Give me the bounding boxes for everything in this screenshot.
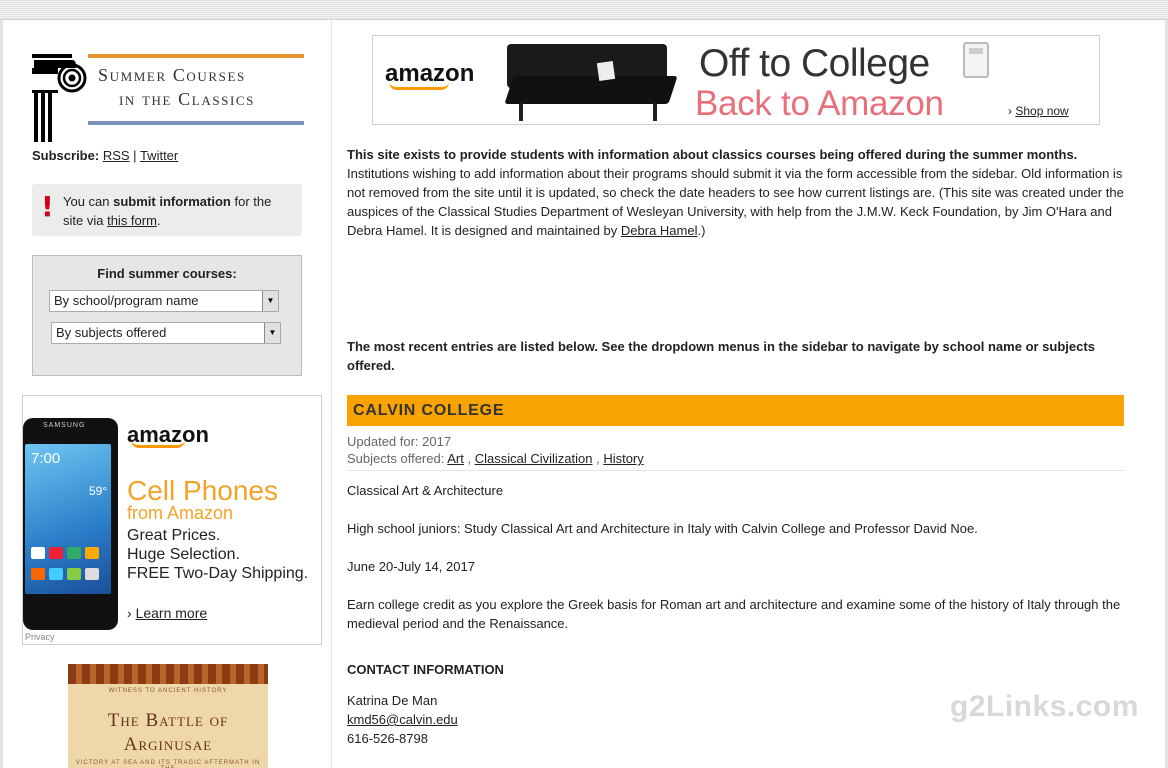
twitter-link[interactable]: Twitter: [140, 148, 178, 163]
school-select-value: By school/program name: [54, 293, 199, 308]
school-select[interactable]: By school/program name ▼: [49, 290, 279, 312]
book-pattern-band: [68, 664, 268, 684]
futon-tag: [596, 60, 616, 82]
main-content: amazon Off to College Back to Amazon › S…: [333, 20, 1163, 768]
subject-link-art[interactable]: Art: [447, 451, 464, 466]
phone-time: 7:00: [31, 450, 61, 467]
contact-heading: CONTACT INFORMATION: [347, 662, 504, 677]
subject-link-classical-civilization[interactable]: Classical Civilization: [475, 451, 593, 466]
subscribe-separator: |: [133, 148, 137, 163]
book-subtitle: VICTORY AT SEA AND ITS TRAGIC AFTERMATH …: [75, 760, 261, 768]
subscribe-links: Subscribe: RSS | Twitter: [32, 148, 178, 163]
banner-headline: Off to College: [699, 42, 930, 85]
phone-image: SAMSUNG 7:00 59°: [23, 418, 118, 630]
book-title-line1: The Battle of: [107, 710, 229, 731]
book-title-line2: Arginusae: [123, 734, 213, 755]
amazon-smile-icon: [131, 440, 185, 448]
learn-more-label: Learn more: [135, 605, 208, 621]
entry-dates: June 20-July 14, 2017: [347, 559, 475, 574]
entry-divider: [347, 470, 1124, 471]
phone-brand: SAMSUNG: [43, 422, 86, 429]
logo-title-line2: in the Classics: [119, 89, 256, 109]
intro-body: Institutions wishing to add information …: [347, 166, 1124, 238]
cell-phones-ad[interactable]: SAMSUNG 7:00 59° amazon Cell Phones from…: [22, 395, 322, 645]
entry-paragraph: Earn college credit as you explore the G…: [347, 597, 1121, 631]
phone-app-icons: [31, 544, 111, 586]
book-series: WITNESS TO ANCIENT HISTORY: [108, 688, 228, 694]
contact-block: Katrina De Man kmd56@calvin.edu 616-526-…: [347, 691, 458, 748]
notice-text-bold: submit information: [113, 194, 231, 209]
banner-subheadline: Back to Amazon: [695, 84, 944, 123]
phone-screen: 7:00 59°: [25, 444, 111, 594]
notice-text-post: .: [156, 213, 161, 228]
entry-title: CALVIN COLLEGE: [347, 395, 1124, 426]
subjects-select-value: By subjects offered: [56, 325, 167, 340]
updated-line: Updated for: 2017: [347, 433, 644, 450]
dropdown-arrow-icon[interactable]: ▼: [264, 323, 280, 343]
rss-link[interactable]: RSS: [103, 148, 130, 163]
contact-email-link[interactable]: kmd56@calvin.edu: [347, 712, 458, 727]
shop-now-label: Shop now: [1015, 104, 1069, 118]
subjects-line: Subjects offered: Art , Classical Civili…: [347, 451, 644, 466]
updated-label: Updated for:: [347, 434, 419, 449]
watermark: g2Links.com: [950, 690, 1139, 723]
course-finder: Find summer courses: By school/program n…: [32, 255, 302, 376]
subjects-label: Subjects offered:: [347, 451, 445, 466]
sidebar: Summer Courses in the Classics Subscribe…: [3, 20, 332, 768]
updated-value: 2017: [422, 434, 452, 449]
recent-entries-note: The most recent entries are listed below…: [347, 339, 1095, 373]
intro-end: .): [697, 223, 706, 238]
logo-bar-blue: [88, 121, 304, 125]
entry-paragraph: High school juniors: Study Classical Art…: [347, 521, 978, 536]
shop-now-link[interactable]: › Shop now: [1008, 104, 1069, 118]
ad-subheadline: from Amazon: [127, 503, 234, 523]
learn-more-link[interactable]: › Learn more: [127, 605, 207, 621]
entry-meta: Updated for: 2017 Subjects offered: Art …: [347, 433, 644, 467]
site-logo[interactable]: Summer Courses in the Classics: [32, 54, 307, 142]
ad-copy-line1: Great Prices.: [127, 527, 221, 544]
ad-privacy-link[interactable]: Privacy: [25, 632, 55, 642]
dropdown-arrow-icon[interactable]: ▼: [262, 291, 278, 311]
ad-copy-line2: Huge Selection.: [127, 546, 240, 563]
contact-name: Katrina De Man: [347, 693, 438, 708]
subjects-select[interactable]: By subjects offered ▼: [51, 322, 281, 344]
contact-phone: 616-526-8798: [347, 731, 428, 746]
subscribe-label: Subscribe:: [32, 148, 100, 163]
subject-link-history[interactable]: History: [603, 451, 643, 466]
ad-copy-line3: FREE Two-Day Shipping.: [127, 565, 309, 582]
submit-notice: ! You can submit information for the sit…: [32, 184, 302, 236]
notice-text: You can submit information for the site …: [63, 192, 293, 230]
notice-text-pre: You can: [63, 194, 110, 209]
futon-leg: [519, 103, 523, 121]
calculator-icon: [963, 42, 989, 78]
entry-paragraph: Classical Art & Architecture: [347, 483, 504, 498]
finder-title: Find summer courses:: [97, 266, 237, 281]
site-intro: This site exists to provide students wit…: [347, 145, 1127, 240]
exclamation-icon: !: [41, 190, 54, 223]
phone-temp: 59°: [89, 484, 108, 498]
debra-hamel-link[interactable]: Debra Hamel: [621, 223, 698, 238]
amazon-smile-icon: [389, 82, 449, 90]
top-stripe: [0, 0, 1168, 20]
logo-title-line1: Summer Courses: [98, 65, 246, 85]
futon-seat: [504, 76, 678, 104]
college-banner-ad[interactable]: amazon Off to College Back to Amazon › S…: [372, 35, 1100, 125]
logo-bar-orange: [88, 54, 304, 58]
book-cover-ad[interactable]: WITNESS TO ANCIENT HISTORY The Battle of…: [68, 664, 268, 768]
intro-bold: This site exists to provide students wit…: [347, 147, 1078, 162]
ad-headline: Cell Phones: [127, 475, 278, 506]
ad-copy: Great Prices. Huge Selection. FREE Two-D…: [127, 526, 308, 583]
futon-leg: [653, 103, 657, 121]
ionic-column-icon: [32, 54, 87, 142]
submit-form-link[interactable]: this form: [107, 213, 157, 228]
